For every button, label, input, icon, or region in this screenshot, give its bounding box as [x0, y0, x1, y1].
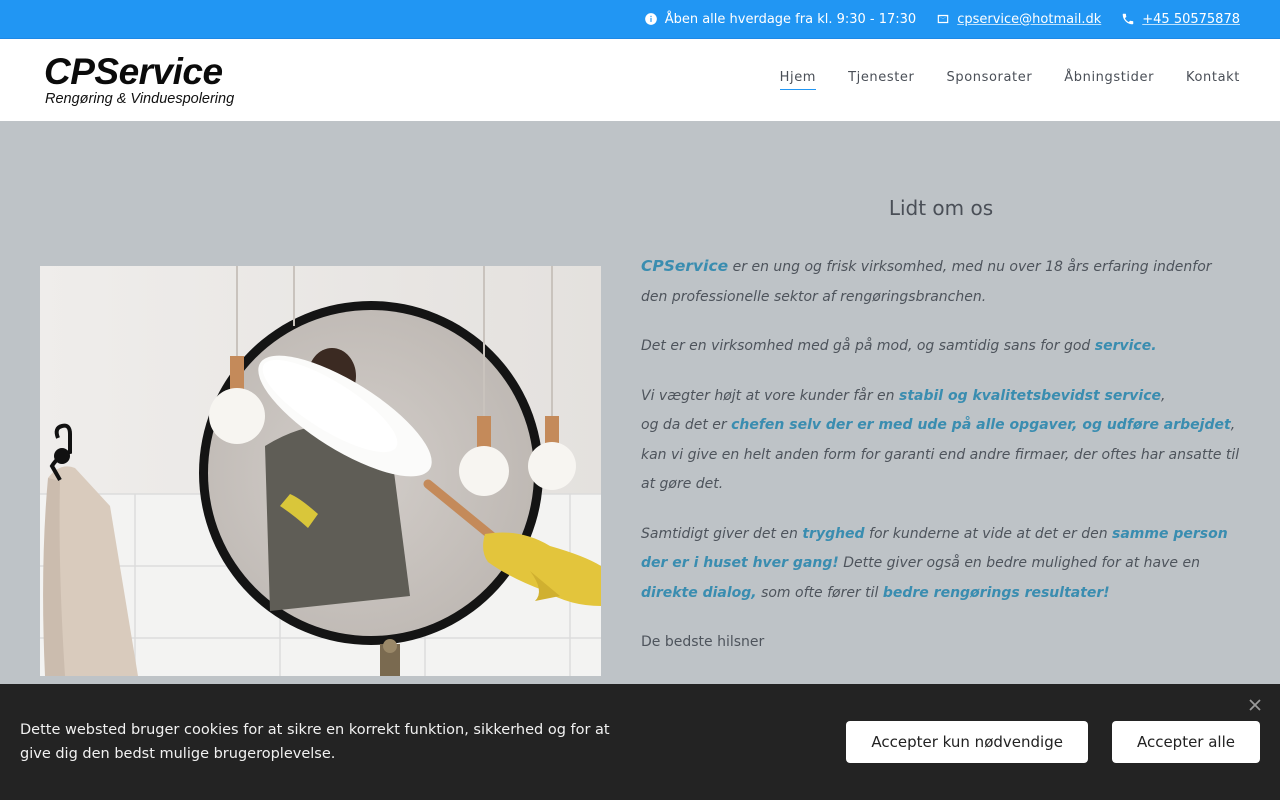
- regards-text: De bedste hilsner: [641, 634, 765, 650]
- accept-all-button[interactable]: Accepter alle: [1111, 721, 1260, 763]
- highlight-text: bedre rengørings resultater!: [882, 584, 1110, 601]
- cookie-message: Dette websted bruger cookies for at sikr…: [20, 722, 610, 762]
- paragraph-text: Det er en virksomhed med gå på mod, og s…: [641, 338, 1095, 354]
- about-paragraph-2: Det er en virksomhed med gå på mod, og s…: [641, 332, 1241, 362]
- highlight-text: stabil og kvalitetsbevidst service: [899, 387, 1161, 404]
- nav-item-hjem[interactable]: Hjem: [779, 70, 817, 90]
- about-paragraph-1: CPService er en ung og frisk virksomhed,…: [641, 252, 1241, 312]
- close-icon[interactable]: [1248, 698, 1262, 712]
- nav-item-sponsorater[interactable]: Sponsorater: [946, 70, 1032, 90]
- paragraph-text: Dette giver også en bedre mulighed for a…: [838, 555, 1200, 571]
- email-link[interactable]: cpservice@hotmail.dk: [957, 12, 1101, 27]
- paragraph-text: kan vi give en helt anden form for garan…: [641, 446, 1240, 493]
- mirror-dusting-illustration: [40, 266, 601, 676]
- highlight-text: service.: [1094, 338, 1157, 354]
- about-paragraph-3: Vi vægter højt at vore kunder får en sta…: [641, 382, 1241, 500]
- paragraph-text: ,: [1230, 417, 1236, 433]
- main-nav: Hjem Tjenester Sponsorater Åbningstider …: [748, 70, 1240, 90]
- top-info-bar: Åben alle hverdage fra kl. 9:30 - 17:30 …: [0, 0, 1280, 38]
- highlight-text: direkte dialog,: [641, 584, 757, 601]
- mail-icon: [937, 14, 949, 24]
- opening-hours-text: Åben alle hverdage fra kl. 9:30 - 17:30: [664, 11, 917, 27]
- logo-wordmark: CPService: [44, 50, 223, 92]
- nav-item-kontakt[interactable]: Kontakt: [1186, 70, 1240, 90]
- highlight-text: tryghed: [802, 525, 865, 542]
- about-section: Lidt om os CPService er en ung og frisk …: [641, 196, 1241, 678]
- cleaning-photo: [40, 266, 601, 676]
- paragraph-text: ,: [1161, 387, 1166, 404]
- paragraph-text: som ofte fører til: [756, 584, 883, 601]
- about-title: Lidt om os: [888, 196, 994, 220]
- email-contact: cpservice@hotmail.dk: [936, 12, 1101, 27]
- info-icon: [644, 13, 657, 25]
- nav-item-tjenester[interactable]: Tjenester: [848, 70, 914, 90]
- paragraph-text: Samtidigt giver det en: [641, 525, 803, 542]
- paragraph-text: Vi vægter højt at vore kunder får en: [641, 387, 899, 404]
- highlight-text: chefen selv der er med ude på alle opgav…: [731, 417, 1231, 433]
- paragraph-text: og da det er: [641, 417, 732, 433]
- brand-highlight: CPService: [641, 257, 729, 275]
- cookie-buttons: Accepter kun nødvendige Accepter alle: [822, 721, 1260, 763]
- logo-tagline: Rengøring & Vinduespolering: [45, 90, 235, 107]
- phone-link[interactable]: +45 50575878: [1142, 12, 1240, 27]
- about-paragraph-4: Samtidigt giver det en tryghed for kunde…: [641, 520, 1241, 609]
- paragraph-text: for kunderne at vide at det er den: [864, 525, 1113, 542]
- site-logo[interactable]: CPService Rengøring & Vinduespolering: [44, 50, 235, 107]
- phone-contact: +45 50575878: [1121, 12, 1240, 27]
- site-header: CPService Rengøring & Vinduespolering Hj…: [0, 38, 1280, 121]
- phone-icon: [1123, 13, 1134, 25]
- nav-item-abningstider[interactable]: Åbningstider: [1064, 70, 1154, 90]
- opening-hours-info: Åben alle hverdage fra kl. 9:30 - 17:30: [644, 11, 917, 27]
- accept-necessary-button[interactable]: Accepter kun nødvendige: [846, 721, 1088, 763]
- cookie-banner: Dette websted bruger cookies for at sikr…: [0, 684, 1280, 800]
